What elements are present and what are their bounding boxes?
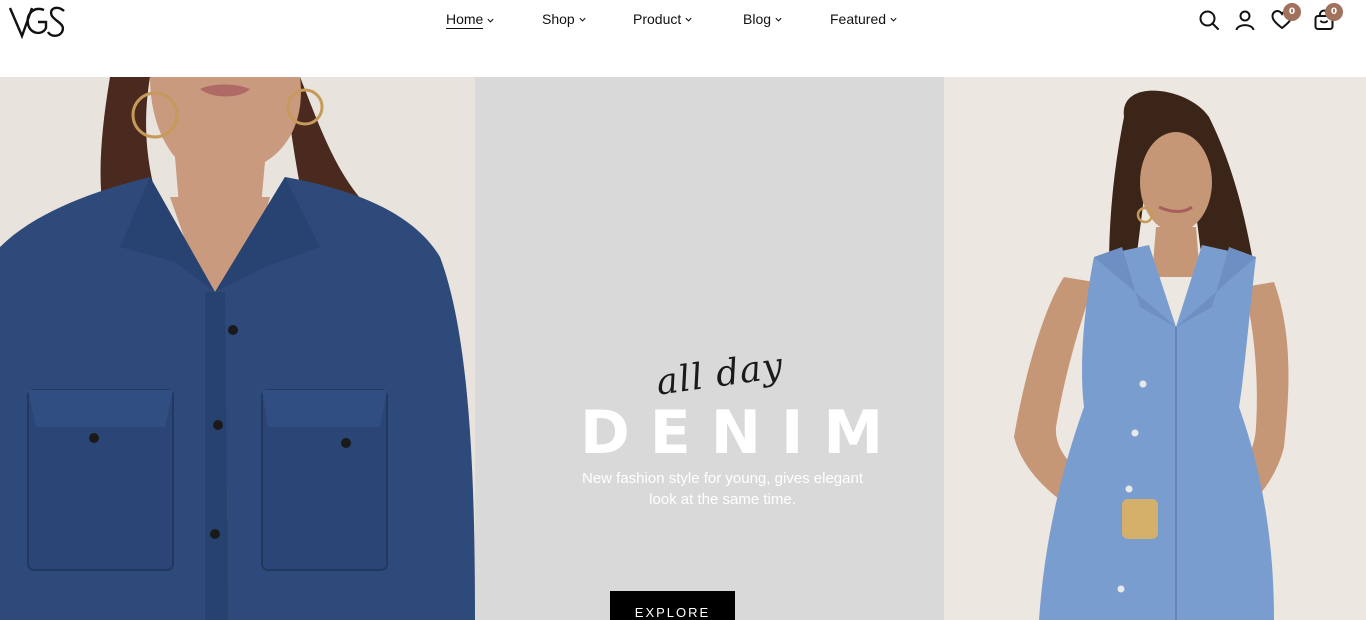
explore-button[interactable]: EXPLORE — [610, 591, 735, 620]
hero-image-left — [0, 77, 475, 620]
main-nav: Home Shop Product Blog Featured — [0, 0, 1366, 40]
nav-item-label: Shop — [542, 11, 575, 27]
nav-item-shop[interactable]: Shop — [542, 11, 587, 27]
hero-banner: all day DENIM New fashion style for youn… — [0, 77, 1366, 620]
cart-button[interactable]: 0 — [1312, 3, 1343, 32]
model-denim-dress-illustration — [944, 77, 1366, 620]
nav-item-label: Home — [446, 11, 484, 29]
nav-item-label: Product — [633, 11, 682, 27]
chevron-down-icon — [579, 17, 586, 22]
nav-item-label: Blog — [743, 11, 772, 27]
user-icon[interactable] — [1233, 8, 1257, 32]
hero-image-right — [944, 77, 1366, 620]
nav-item-product[interactable]: Product — [633, 11, 693, 27]
hero-headline: DENIM — [580, 398, 904, 468]
model-denim-shirt-illustration — [0, 77, 475, 620]
site-header: Home Shop Product Blog Featured 0 0 — [0, 0, 1366, 77]
wishlist-count-badge: 0 — [1283, 3, 1301, 21]
hero-subtitle: New fashion style for young, gives elega… — [582, 470, 863, 508]
nav-item-label: Featured — [830, 11, 887, 27]
chevron-down-icon — [685, 17, 692, 22]
hero-text-panel — [475, 77, 944, 620]
nav-item-blog[interactable]: Blog — [743, 11, 783, 27]
nav-item-featured[interactable]: Featured — [830, 11, 898, 27]
search-icon[interactable] — [1197, 8, 1221, 32]
nav-item-home[interactable]: Home — [446, 11, 495, 29]
chevron-down-icon — [890, 17, 897, 22]
cart-count-badge: 0 — [1325, 3, 1343, 21]
chevron-down-icon — [487, 18, 494, 23]
chevron-down-icon — [775, 17, 782, 22]
wishlist-button[interactable]: 0 — [1270, 3, 1301, 32]
